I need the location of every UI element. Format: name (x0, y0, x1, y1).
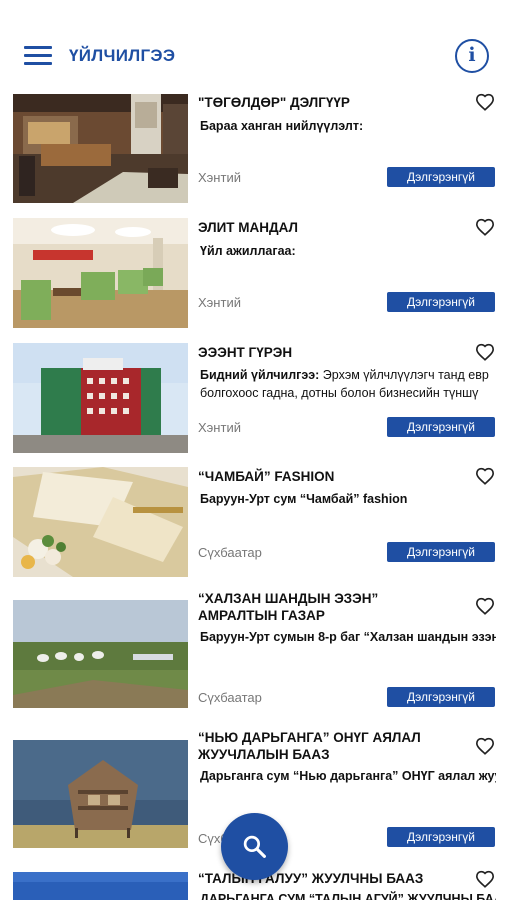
heart-outline-icon[interactable] (475, 467, 495, 485)
heart-outline-icon[interactable] (475, 870, 495, 888)
details-button[interactable]: Дэлгэрэнгүй (387, 827, 495, 847)
app-bar: ҮЙЛЧИЛГЭЭ i (0, 0, 507, 90)
item-region: Хэнтий (198, 170, 241, 185)
item-region: Сүхбаатар (198, 545, 262, 560)
item-title[interactable]: “НЬЮ ДАРЬГАНГА” ОНҮГ АЯЛАЛ ЖУУЧЛАЛЫН БАА… (198, 729, 450, 763)
item-description: Бараа ханган нийлүүлэлт: (200, 119, 364, 133)
item-region: Хэнтий (198, 295, 241, 310)
item-title[interactable]: ЭЛИТ МАНДАЛ (198, 219, 450, 236)
item-title[interactable]: ЭЭЭНТ ГҮРЭН (198, 344, 450, 361)
heart-outline-icon[interactable] (475, 93, 495, 111)
item-photo (13, 94, 188, 203)
item-description: Баруун-Урт сум “Чамбай” fashion (200, 492, 408, 506)
item-description: Баруун-Урт сумын 8-р баг “Халзан шандын … (200, 630, 496, 644)
item-description: ДАРЬГАНГА СУМ “ТАЛЫН АГУЙ” ЖУУЛЧНЫ БАА (200, 892, 496, 900)
details-button[interactable]: Дэлгэрэнгүй (387, 417, 495, 437)
service-list[interactable]: "ТӨГӨЛДӨР" ДЭЛГҮҮР Бараа ханган нийлүүлэ… (0, 90, 507, 900)
item-photo (13, 740, 188, 848)
heart-outline-icon[interactable] (475, 343, 495, 361)
item-photo (13, 218, 188, 328)
heart-outline-icon[interactable] (475, 737, 495, 755)
list-item[interactable]: ЭЭЭНТ ГҮРЭН Бидний үйлчилгээ: Эрхэм үйлч… (0, 340, 507, 460)
details-button[interactable]: Дэлгэрэнгүй (387, 542, 495, 562)
item-photo (13, 872, 188, 900)
list-item[interactable]: “ЧАМБАЙ” FASHION Баруун-Урт сум “Чамбай”… (0, 465, 507, 585)
item-description-line2: болгохоос гадна, дотны болон бизнесийн т… (200, 386, 479, 400)
page-title: ҮЙЛЧИЛГЭЭ (69, 46, 176, 65)
details-button[interactable]: Дэлгэрэнгүй (387, 167, 495, 187)
item-description: Үйл ажиллагаа: (200, 244, 296, 258)
item-photo (13, 343, 188, 453)
item-title[interactable]: “ЧАМБАЙ” FASHION (198, 468, 450, 485)
list-item[interactable]: ЭЛИТ МАНДАЛ Үйл ажиллагаа: Хэнтий Дэлгэр… (0, 215, 507, 335)
heart-outline-icon[interactable] (475, 218, 495, 236)
details-button[interactable]: Дэлгэрэнгүй (387, 292, 495, 312)
item-region: Сүхбаатар (198, 690, 262, 705)
details-button[interactable]: Дэлгэрэнгүй (387, 687, 495, 707)
item-description: Дарьганга сум “Нью дарьганга” ОНҮГ аялал… (200, 769, 496, 783)
item-description: Бидний үйлчилгээ: Эрхэм үйлчлүүлэгч танд… (200, 368, 489, 382)
item-photo (13, 600, 188, 708)
item-title[interactable]: "ТӨГӨЛДӨР" ДЭЛГҮҮР (198, 94, 450, 111)
item-photo (13, 467, 188, 577)
item-title[interactable]: “ХАЛЗАН ШАНДЫН ЭЗЭН” АМРАЛТЫН ГАЗАР (198, 590, 450, 624)
list-item[interactable]: "ТӨГӨЛДӨР" ДЭЛГҮҮР Бараа ханган нийлүүлэ… (0, 90, 507, 210)
hamburger-menu-icon[interactable] (24, 44, 52, 68)
info-icon[interactable]: i (455, 39, 489, 73)
heart-outline-icon[interactable] (475, 597, 495, 615)
item-region: Хэнтий (198, 420, 241, 435)
search-button[interactable] (221, 813, 288, 880)
search-icon (243, 835, 266, 858)
list-item[interactable]: “ХАЛЗАН ШАНДЫН ЭЗЭН” АМРАЛТЫН ГАЗАР Бару… (0, 590, 507, 730)
